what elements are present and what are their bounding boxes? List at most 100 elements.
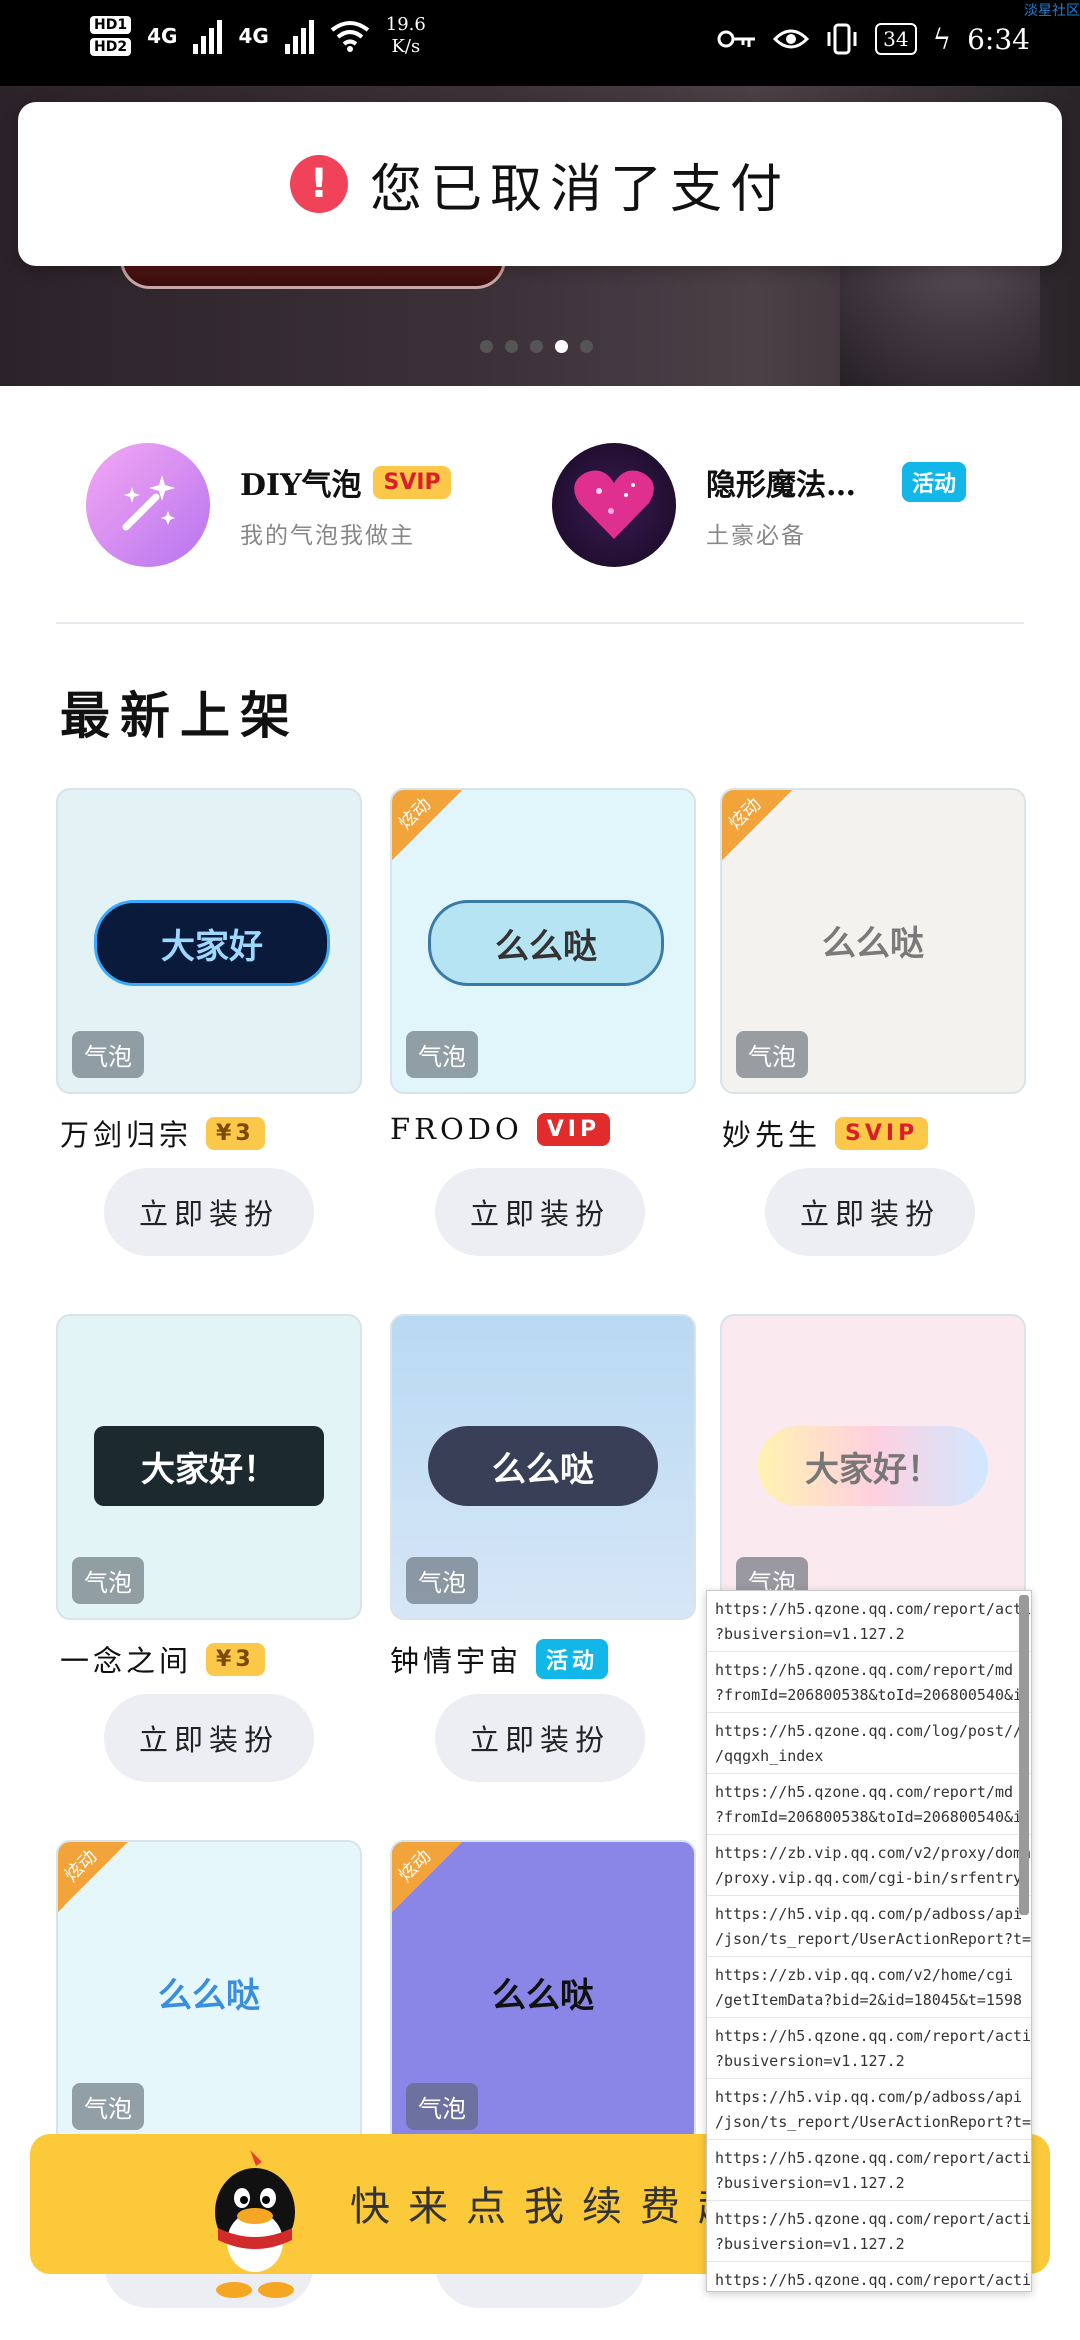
signal-icon-2 (284, 18, 314, 54)
dress-up-button[interactable]: 立即装扮 (104, 1168, 314, 1256)
key-icon (717, 30, 756, 48)
animated-corner-tag: 炫动 (722, 790, 792, 860)
log-url: https://h5.qzone.qq.com/report/action (715, 1600, 1031, 1618)
log-query: /qqgxh_index (715, 1747, 824, 1765)
bubble-preview: 大家好 (94, 900, 330, 986)
log-query: ?busiversion=v1.127.2 (715, 2174, 905, 2192)
wifi-icon (330, 21, 370, 52)
feature-diy-bubble[interactable]: DIY气泡 SVIP 我的气泡我做主 (86, 440, 451, 570)
log-url: https://zb.vip.qq.com/v2/home/cgi (715, 1966, 1014, 1984)
network-speed: 19.6 K/s (386, 14, 426, 58)
corner-label: 炫动 (394, 793, 436, 835)
network-label-2: 4G (238, 24, 269, 48)
bubble-card[interactable]: 大家好 气泡 (56, 788, 362, 1094)
log-url: https://h5.qzone.qq.com/report/action (715, 2271, 1031, 2289)
card-name-row: 钟情宇宙 活动 (390, 1638, 609, 1680)
request-log-panel[interactable]: https://h5.qzone.qq.com/report/action ?bu… (706, 1590, 1032, 2292)
log-entry[interactable]: https://h5.qzone.qq.com/report/action?bu… (707, 2262, 1031, 2291)
log-url: https://h5.qzone.qq.com/report/action (715, 2210, 1031, 2228)
activity-tag: 活动 (536, 1639, 609, 1679)
payment-cancelled-toast: ! 您已取消了支付 (18, 102, 1062, 266)
carousel-dot-active (555, 340, 568, 353)
hd2-label: HD2 (90, 38, 132, 56)
feature-subtitle: 我的气泡我做主 (240, 523, 415, 549)
dress-up-button[interactable]: 立即装扮 (104, 1694, 314, 1782)
log-entry[interactable]: https://h5.qzone.qq.com/report/action ?bu… (707, 2140, 1031, 2201)
network-label-1: 4G (147, 24, 178, 48)
glitter-heart-icon (552, 443, 676, 567)
log-url: https://h5.qzone.qq.com/report/action (715, 2149, 1031, 2167)
log-url: https://h5.vip.qq.com/p/adboss/api (715, 1905, 1023, 1923)
price-tag: ¥3 (206, 1116, 265, 1150)
log-query: /proxy.vip.qq.com/cgi-bin/srfentry.fcgi … (715, 1869, 1031, 1887)
animated-corner-tag: 炫动 (392, 1842, 462, 1912)
dress-up-button[interactable]: 立即装扮 (435, 1694, 645, 1782)
log-entry[interactable]: https://h5.qzone.qq.com/report/action ?bu… (707, 2201, 1031, 2262)
log-url: https://h5.qzone.qq.com/report/action (715, 2027, 1031, 2045)
divider (56, 622, 1024, 624)
bubble-badge: 气泡 (736, 1031, 808, 1078)
bubble-preview: 大家好！ (758, 1426, 988, 1506)
bubble-badge: 气泡 (72, 2083, 144, 2130)
bubble-card[interactable]: 么么哒 炫动 气泡 (720, 788, 1026, 1094)
card-name: 钟情宇宙 (390, 1644, 523, 1678)
feature-subtitle: 土豪必备 (706, 523, 806, 549)
bubble-card[interactable]: 么么哒 气泡 (390, 1314, 696, 1620)
svip-tag: SVIP (835, 1116, 929, 1150)
bubble-preview: 么么哒 (428, 900, 664, 986)
hd1-label: HD1 (90, 16, 132, 34)
log-entry[interactable]: https://zb.vip.qq.com/v2/home/cgi/getIte… (707, 1957, 1031, 2018)
card-name: 一念之间 (60, 1644, 193, 1678)
battery-icon: 34 (875, 23, 917, 55)
corner-tag: 淡星社区 (1024, 3, 1080, 19)
log-entry[interactable]: https://h5.qzone.qq.com/report/action ?bu… (707, 2018, 1031, 2079)
card-name-row: 一念之间 ¥3 (60, 1638, 265, 1680)
log-query: ?fromId=206800538&toId=206800540&i … (715, 1686, 1031, 1704)
status-left: HD1 HD2 4G 4G 19.6 K/s (90, 14, 426, 58)
log-query: ?busiversion=v1.127.2 (715, 2052, 905, 2070)
log-entry[interactable]: https://zb.vip.qq.com/v2/proxy/domain/pr… (707, 1835, 1031, 1896)
vip-tag: VIP (536, 1112, 611, 1146)
status-right: 34 ϟ 6:34 (717, 22, 1030, 56)
dress-up-button[interactable]: 立即装扮 (765, 1168, 975, 1256)
clock: 6:34 (967, 22, 1030, 56)
carousel-dot (530, 340, 543, 353)
bubble-card[interactable]: 么么哒 炫动 气泡 (390, 1840, 696, 2146)
eye-icon (773, 29, 810, 49)
log-list: https://h5.qzone.qq.com/report/action ?bu… (707, 1591, 1031, 2291)
alert-icon: ! (289, 155, 348, 213)
hd-indicator: HD1 HD2 (90, 16, 132, 56)
log-url: https://h5.vip.qq.com/p/adboss/api (715, 2088, 1023, 2106)
bubble-card[interactable]: 么么哒 炫动 气泡 (56, 1840, 362, 2146)
bubble-preview: 么么哒 (158, 1975, 260, 2016)
card-name-row: 妙先生 SVIP (722, 1112, 929, 1154)
log-query: /json/ts_report/UserActionReport?t=15 … (715, 1930, 1031, 1948)
corner-label: 炫动 (60, 1845, 102, 1887)
log-entry[interactable]: https://h5.qzone.qq.com/report/action?bu… (707, 1591, 1031, 1652)
qq-penguin-icon (215, 2150, 295, 2298)
log-entry[interactable]: https://h5.qzone.qq.com/report/md ?fromId… (707, 1774, 1031, 1835)
log-query: ?busiversion=v1.127.2 (715, 2235, 905, 2253)
bubble-card[interactable]: 么么哒 炫动 气泡 (390, 788, 696, 1094)
log-url: https://h5.qzone.qq.com/log/post//jsLog (715, 1722, 1031, 1740)
bubble-card[interactable]: 大家好！ 气泡 (56, 1314, 362, 1620)
feature-title: 隐形魔法… (706, 468, 856, 503)
card-name-row: FRODO VIP (390, 1112, 611, 1146)
log-url: https://h5.qzone.qq.com/report/md (715, 1783, 1014, 1801)
bubble-card[interactable]: 大家好！ 气泡 (720, 1314, 1026, 1620)
log-entry[interactable]: https://h5.vip.qq.com/p/adboss/api/json/… (707, 2079, 1031, 2140)
log-entry[interactable]: https://h5.qzone.qq.com/report/md ?fromId… (707, 1652, 1031, 1713)
carousel-dot (480, 340, 493, 353)
bubble-preview: 么么哒 (492, 1975, 594, 2016)
corner-label: 炫动 (394, 1845, 436, 1887)
signal-icon (193, 18, 223, 54)
feature-invisible-magic[interactable]: 隐形魔法… 活动 土豪必备 (552, 440, 967, 570)
dress-up-button[interactable]: 立即装扮 (435, 1168, 645, 1256)
log-query: /getItemData?bid=2&id=18045&t=1598 … (715, 1991, 1031, 2009)
log-entry[interactable]: https://h5.vip.qq.com/p/adboss/api/json/… (707, 1896, 1031, 1957)
feature-title: DIY气泡 (240, 468, 362, 503)
log-entry[interactable]: https://h5.qzone.qq.com/log/post//jsLog /… (707, 1713, 1031, 1774)
log-scrollbar[interactable] (1019, 1595, 1029, 1915)
price-tag: ¥3 (206, 1642, 265, 1676)
bubble-badge: 气泡 (406, 2083, 478, 2130)
